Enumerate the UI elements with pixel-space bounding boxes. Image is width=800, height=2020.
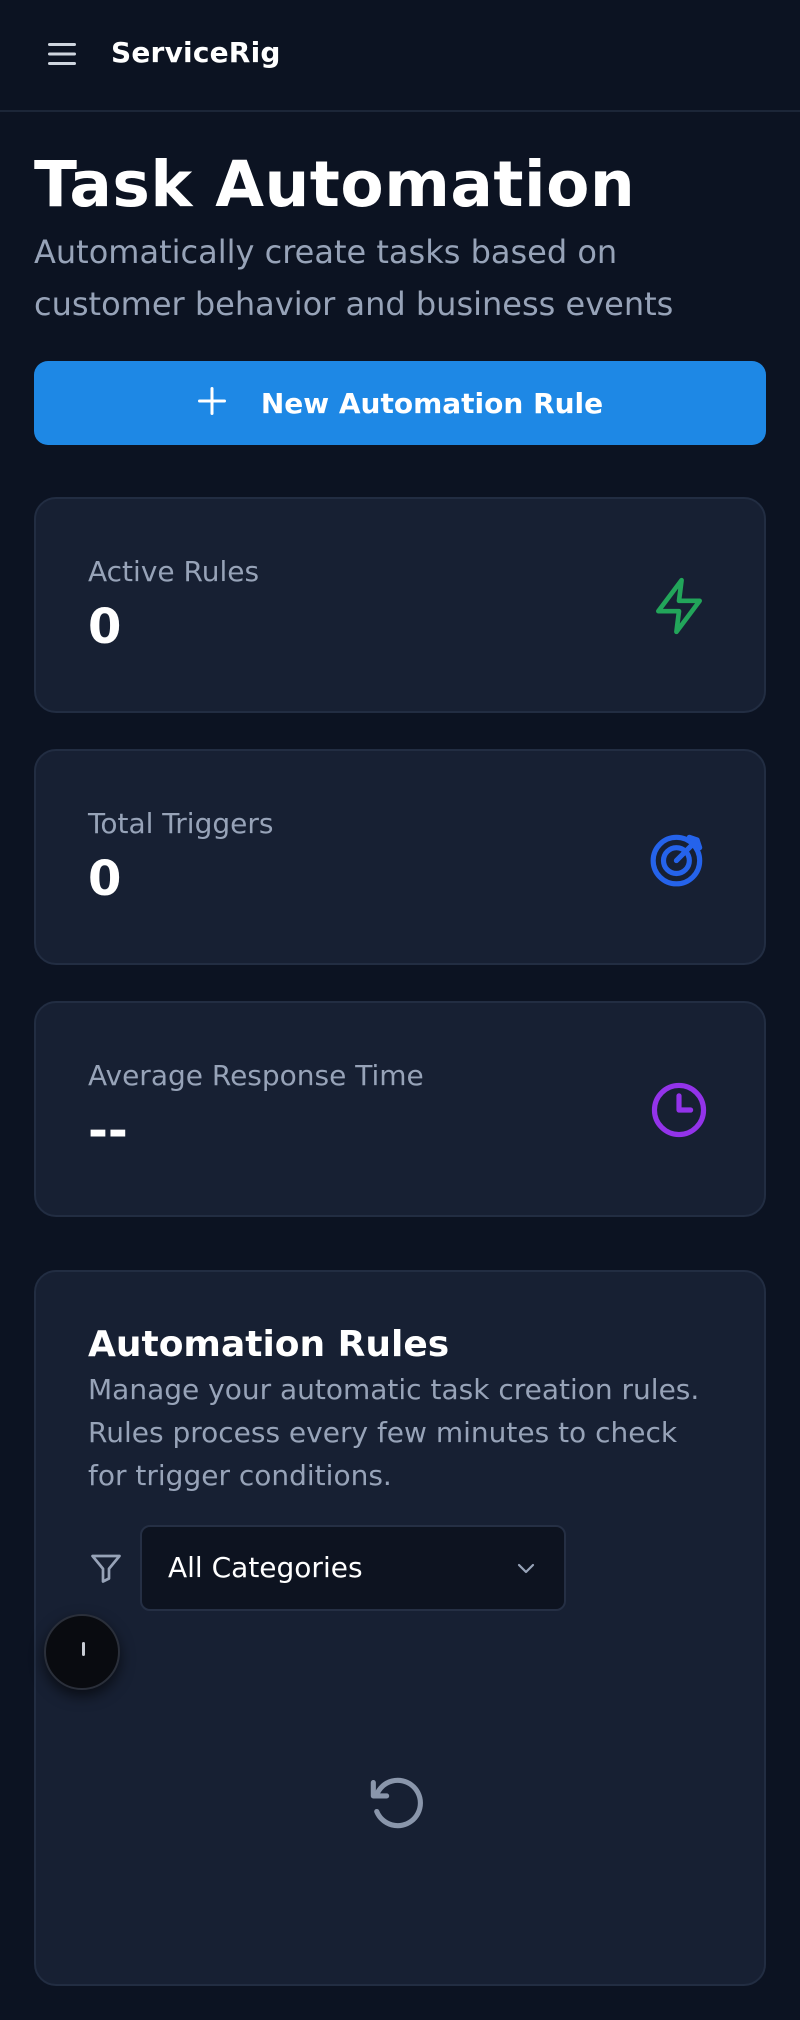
- rules-title: Automation Rules: [88, 1324, 450, 1365]
- fab-indicator: [82, 1642, 85, 1656]
- rules-description: Manage your automatic task creation rule…: [88, 1373, 700, 1492]
- filter-icon: [91, 1554, 121, 1583]
- new-automation-rule-button[interactable]: New Automation Rule: [34, 361, 766, 445]
- stat-label: Average Response Time: [88, 1059, 424, 1092]
- app-brand[interactable]: ServiceRig: [111, 36, 281, 69]
- refresh-icon: [370, 1777, 423, 1829]
- floating-action-button[interactable]: [44, 1614, 120, 1690]
- new-automation-rule-label: New Automation Rule: [260, 386, 604, 420]
- stat-card-active-rules: Active Rules 0: [34, 497, 766, 713]
- automation-rules-panel: Automation Rules Manage your automatic t…: [34, 1270, 766, 1986]
- top-bar: ServiceRig: [0, 0, 800, 112]
- stat-label: Total Triggers: [88, 807, 274, 840]
- page-subtitle: Automatically create tasks based on cust…: [34, 233, 674, 323]
- plus-icon: [197, 386, 227, 420]
- hamburger-menu-icon[interactable]: [48, 42, 80, 68]
- target-icon: [650, 834, 703, 887]
- page-title: Task Automation: [34, 148, 636, 221]
- category-select[interactable]: All Categories: [140, 1525, 566, 1611]
- stat-card-average-response-time: Average Response Time --: [34, 1001, 766, 1217]
- chevron-down-icon: [517, 1563, 535, 1574]
- stat-value: --: [88, 1103, 128, 1159]
- clock-icon: [651, 1082, 707, 1138]
- stat-card-total-triggers: Total Triggers 0: [34, 749, 766, 965]
- stat-label: Active Rules: [88, 555, 260, 588]
- category-select-value: All Categories: [168, 1551, 363, 1584]
- stat-value: 0: [88, 851, 122, 907]
- lightning-bolt-icon: [656, 577, 702, 635]
- stat-value: 0: [88, 599, 122, 655]
